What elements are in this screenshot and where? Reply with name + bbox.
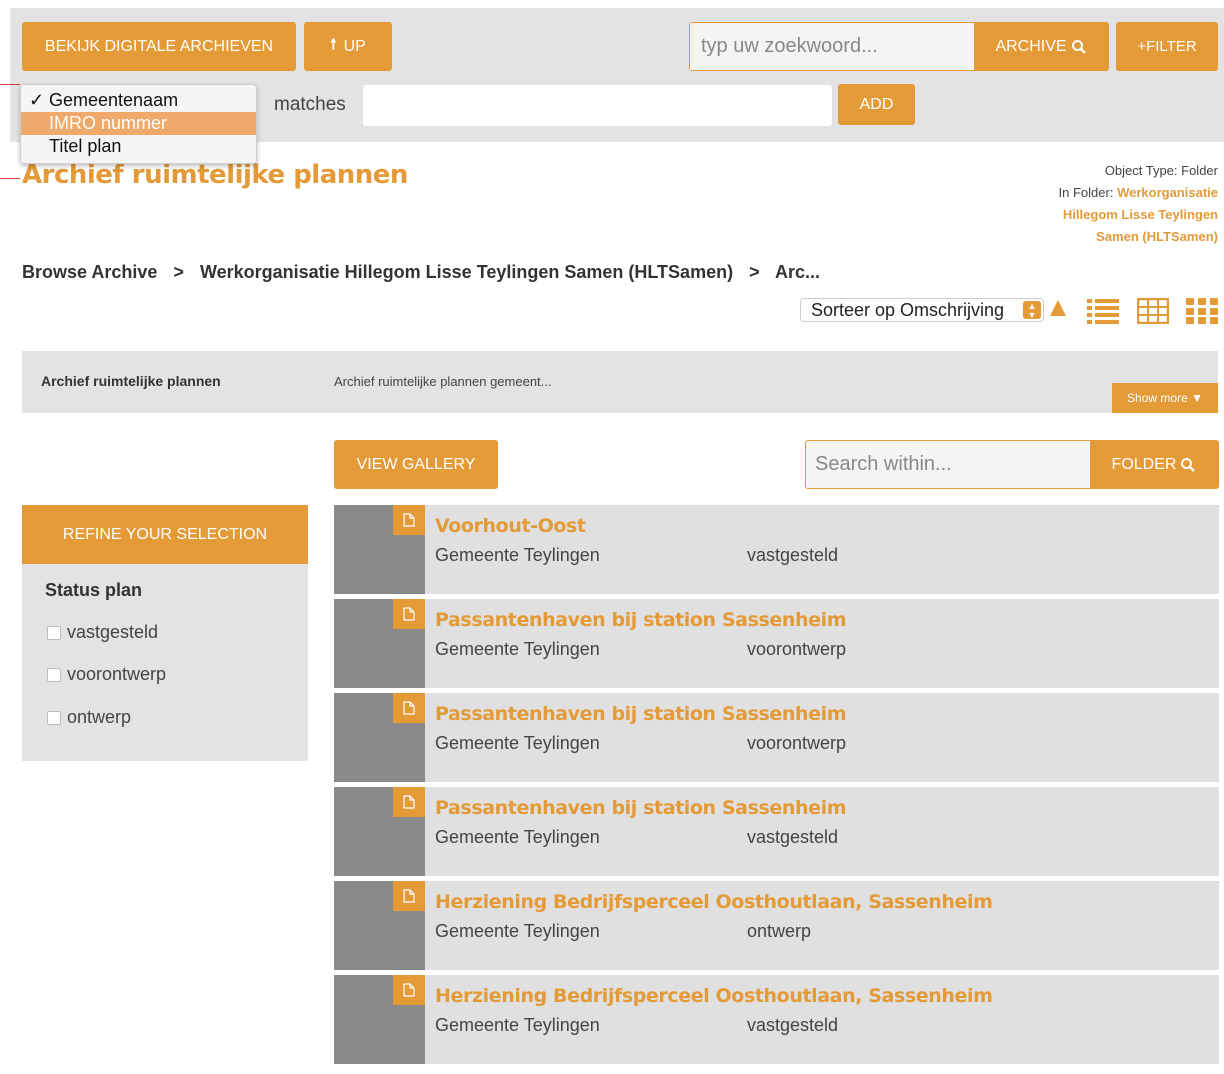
document-icon — [393, 975, 425, 1005]
in-folder-link[interactable]: Werkorganisatie — [1117, 185, 1218, 200]
list-view-icon[interactable] — [1087, 298, 1119, 324]
result-title[interactable]: Passantenhaven bij station Sassenheim — [435, 703, 847, 725]
search-input[interactable]: typ uw zoekwoord... — [690, 23, 974, 70]
sort-select[interactable]: Sorteer op Omschrijving ▲ ▼ — [800, 298, 1044, 322]
facet-option-ontwerp[interactable]: ontwerp — [47, 707, 131, 728]
select-arrows-icon: ▲ ▼ — [1023, 301, 1041, 320]
view-gallery-button[interactable]: VIEW GALLERY — [334, 440, 498, 489]
result-gemeente: Gemeente Teylingen — [435, 639, 600, 659]
table-view-icon[interactable] — [1137, 298, 1169, 324]
dropdown-option[interactable]: IMRO nummer — [21, 112, 256, 135]
document-icon — [393, 787, 425, 817]
annotation-line — [0, 84, 20, 85]
result-title[interactable]: Passantenhaven bij station Sassenheim — [435, 797, 847, 819]
result-gemeente: Gemeente Teylingen — [435, 827, 600, 847]
result-status: vastgesteld — [747, 1015, 839, 1035]
result-gemeente: Gemeente Teylingen — [435, 921, 600, 941]
in-folder: In Folder: Werkorganisatie — [1059, 182, 1218, 204]
result-title[interactable]: Herziening Bedrijfsperceel Oosthoutlaan,… — [435, 891, 993, 913]
archive-name: Archief ruimtelijke plannen — [41, 373, 221, 389]
archive-info-bar: Archief ruimtelijke plannen Archief ruim… — [22, 351, 1218, 413]
sort-select-value: Sorteer op Omschrijving — [811, 299, 1005, 320]
page-title: Archief ruimtelijke plannen — [22, 160, 408, 190]
search-icon — [1181, 457, 1196, 472]
breadcrumb-item[interactable]: Werkorganisatie Hillegom Lisse Teylingen… — [200, 262, 733, 282]
document-icon — [393, 599, 425, 629]
matches-input[interactable] — [363, 85, 832, 126]
object-info: Object Type: Folder In Folder: Werkorgan… — [1059, 160, 1218, 248]
object-type: Object Type: Folder — [1104, 163, 1218, 178]
result-status: voorontwerp — [747, 733, 847, 753]
breadcrumb-separator: > — [173, 262, 184, 282]
archive-search: typ uw zoekwoord... ARCHIVE — [689, 22, 1109, 71]
result-item[interactable]: Herziening Bedrijfsperceel Oosthoutlaan,… — [334, 975, 1219, 1064]
result-item[interactable]: Passantenhaven bij station Sassenheim Ge… — [334, 693, 1219, 782]
checkmark-icon: ✓ — [29, 90, 45, 110]
folder-search-button-label: FOLDER — [1111, 455, 1177, 473]
facet-option-vastgesteld[interactable]: vastgesteld — [47, 622, 158, 643]
result-title[interactable]: Voorhout-Oost — [435, 515, 586, 537]
search-icon — [1071, 39, 1086, 54]
facet-option-label: ontwerp — [67, 707, 132, 727]
result-status: voorontwerp — [747, 639, 847, 659]
result-item[interactable]: Herziening Bedrijfsperceel Oosthoutlaan,… — [334, 881, 1219, 970]
result-status: ontwerp — [747, 921, 812, 941]
result-status: vastgesteld — [747, 827, 839, 847]
field-dropdown[interactable]: ✓ Gemeentenaam IMRO nummer Titel plan — [20, 84, 257, 164]
breadcrumb-separator: > — [749, 262, 760, 282]
folder-search-button[interactable]: FOLDER — [1090, 441, 1218, 488]
grid-view-icon[interactable] — [1186, 298, 1218, 324]
result-gemeente: Gemeente Teylingen — [435, 545, 600, 565]
dropdown-option[interactable]: ✓ Gemeentenaam — [21, 89, 256, 112]
result-gemeente: Gemeente Teylingen — [435, 733, 600, 753]
checkbox[interactable] — [47, 710, 61, 725]
document-icon — [393, 881, 425, 911]
add-button[interactable]: ADD — [838, 84, 915, 125]
result-status: vastgesteld — [747, 545, 839, 565]
dropdown-option-label: Gemeentenaam — [49, 90, 179, 110]
up-button[interactable]: 🠕 UP — [304, 22, 392, 71]
archive-search-button-label: ARCHIVE — [995, 37, 1067, 55]
folder-search-input[interactable]: Search within... — [806, 441, 1090, 488]
document-icon — [393, 693, 425, 723]
result-item[interactable]: Passantenhaven bij station Sassenheim Ge… — [334, 599, 1219, 688]
archive-search-button[interactable]: ARCHIVE — [974, 23, 1108, 70]
filter-button[interactable]: +FILTER — [1116, 22, 1218, 71]
annotation-line — [0, 178, 20, 179]
up-button-label: UP — [343, 37, 366, 55]
refine-selection-header: REFINE YOUR SELECTION — [22, 505, 308, 564]
in-folder-link-line[interactable]: Hillegom Lisse Teylingen — [1059, 204, 1218, 226]
breadcrumb-item[interactable]: Browse Archive — [22, 262, 157, 282]
show-more-button[interactable]: Show more ▼ — [1112, 383, 1218, 413]
refine-selection-panel: Status plan vastgesteld voorontwerp ontw… — [22, 564, 308, 761]
result-title[interactable]: Herziening Bedrijfsperceel Oosthoutlaan,… — [435, 985, 993, 1007]
arrow-up-icon: 🠕 — [330, 36, 337, 53]
matches-label: matches — [274, 94, 346, 115]
result-title[interactable]: Passantenhaven bij station Sassenheim — [435, 609, 847, 631]
in-folder-link-line[interactable]: Samen (HLTSamen) — [1059, 226, 1218, 248]
breadcrumb: Browse Archive > Werkorganisatie Hillego… — [22, 262, 820, 283]
document-icon — [393, 505, 425, 535]
breadcrumb-item[interactable]: Arc... — [775, 262, 820, 282]
result-gemeente: Gemeente Teylingen — [435, 1015, 600, 1035]
checkbox[interactable] — [47, 625, 61, 640]
archive-description: Archief ruimtelijke plannen gemeent... — [334, 374, 552, 389]
view-digital-archives-button[interactable]: BEKIJK DIGITALE ARCHIEVEN — [22, 22, 296, 71]
facet-title: Status plan — [45, 580, 143, 600]
facet-option-label: voorontwerp — [67, 664, 167, 684]
facet-option-label: vastgesteld — [67, 622, 159, 642]
folder-search: Search within... FOLDER — [805, 440, 1219, 489]
result-item[interactable]: Passantenhaven bij station Sassenheim Ge… — [334, 787, 1219, 876]
in-folder-label: In Folder: — [1058, 185, 1114, 200]
dropdown-option[interactable]: Titel plan — [21, 135, 256, 158]
result-item[interactable]: Voorhout-Oost Gemeente Teylingen vastges… — [334, 505, 1219, 594]
checkbox[interactable] — [47, 667, 61, 682]
sort-ascending-icon[interactable] — [1050, 300, 1066, 316]
page: BEKIJK DIGITALE ARCHIEVEN 🠕 UP typ uw zo… — [0, 0, 1224, 1074]
facet-option-voorontwerp[interactable]: voorontwerp — [47, 664, 166, 685]
